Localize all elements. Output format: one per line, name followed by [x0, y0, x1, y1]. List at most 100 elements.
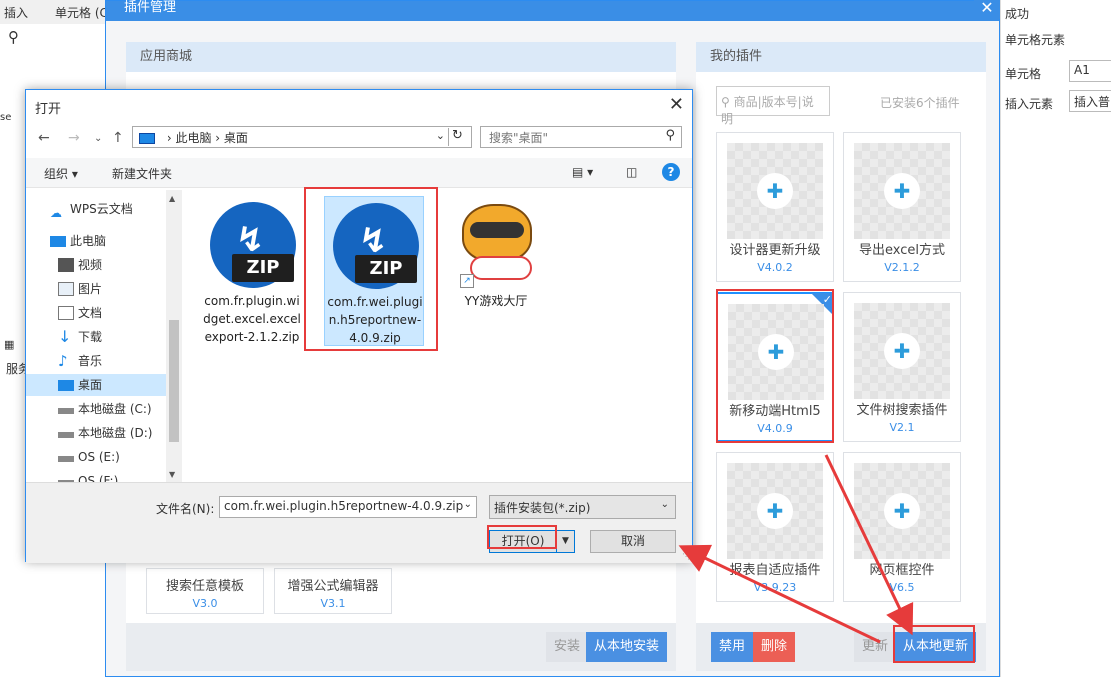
refresh-icon[interactable]: ↻	[448, 128, 466, 146]
tree-item-music[interactable]: ♪ 音乐	[26, 350, 166, 372]
cell-input[interactable]: A1	[1069, 60, 1111, 82]
tree-item-drive-f[interactable]: OS (F:)	[26, 470, 166, 482]
plugin-search-input[interactable]: ⚲ 商品|版本号|说明	[716, 86, 830, 126]
properties-panel: 成功 单元格元素 单元格 A1 插入元素 插入普	[1000, 0, 1111, 677]
shortcut-arrow-icon: ↗	[460, 274, 474, 288]
tree-item-documents[interactable]: 文档	[26, 302, 166, 324]
install-button[interactable]: 安装	[546, 632, 589, 662]
update-button[interactable]: 更新	[854, 632, 897, 662]
address-bar[interactable]: › 此电脑 › 桌面 ⌄	[132, 126, 472, 148]
tree-scrollbar[interactable]: ▲ ▼	[166, 190, 182, 482]
recent-chevron-icon[interactable]: ⌄	[94, 133, 102, 144]
search-placeholder: 搜索"桌面"	[489, 131, 549, 145]
local-install-button[interactable]: 从本地安装	[586, 632, 668, 662]
drive-icon	[58, 456, 74, 462]
insert-select[interactable]: 插入普	[1069, 90, 1111, 112]
file-item[interactable]: ↯ ZIP com.fr.plugin.widget.excel.excelex…	[202, 196, 302, 346]
up-arrow-icon[interactable]: ↑	[112, 130, 124, 146]
plugin-card[interactable]: ✚ 设计器更新升级 V4.0.2	[716, 132, 834, 282]
tree-item-pc[interactable]: 此电脑	[26, 230, 166, 252]
file-item[interactable]: ↗ YY游戏大厅	[446, 196, 546, 346]
toolbar: 组织 ▾ 新建文件夹 ▤ ▾ ◫ ?	[26, 158, 692, 188]
cloud-icon: ☁	[50, 206, 62, 220]
chevron-down-icon[interactable]: ⌄	[436, 129, 445, 142]
dialog-title: 插件管理	[106, 1, 999, 21]
search-icon: ⚲	[665, 128, 675, 143]
breadcrumb-separator: ›	[215, 131, 224, 145]
computer-icon	[139, 133, 155, 144]
card-version: V3.1	[320, 597, 346, 610]
tree-item-wps[interactable]: ☁ WPS云文档	[26, 198, 166, 220]
dialog-title: 打开	[35, 102, 62, 117]
tree-item-videos[interactable]: 视频	[26, 254, 166, 276]
installed-count: 已安装6个插件	[880, 96, 960, 110]
help-icon[interactable]: ?	[662, 163, 680, 181]
cancel-button[interactable]: 取消	[590, 530, 676, 553]
delete-button[interactable]: 删除	[753, 632, 796, 662]
organize-button[interactable]: 组织 ▾	[44, 165, 78, 182]
cell-label: 单元格	[1005, 67, 1042, 81]
scroll-thumb[interactable]	[169, 320, 179, 442]
file-name: YY游戏大厅	[464, 294, 528, 308]
tree-item-drive-d[interactable]: 本地磁盘 (D:)	[26, 422, 166, 444]
computer-icon	[50, 236, 66, 247]
file-type-select[interactable]: 插件安装包(*.zip) ⌄	[489, 495, 676, 519]
navigation-tree: ☁ WPS云文档 此电脑 视频 图片 文档 ↓ 下载 ♪ 音乐 桌面 本地磁盘 (C:…	[26, 190, 166, 482]
card-version: V2.1.2	[884, 261, 920, 274]
scroll-up-icon[interactable]: ▲	[169, 194, 175, 203]
document-icon	[58, 306, 74, 320]
puzzle-icon: ✚	[884, 333, 920, 369]
plugin-card[interactable]: ✚ 报表自适应插件 V3.9.23	[716, 452, 834, 602]
tree-item-pictures[interactable]: 图片	[26, 278, 166, 300]
plugin-card[interactable]: ✚ 网页框控件 V6.5	[843, 452, 961, 602]
store-header: 应用商城	[126, 42, 676, 72]
disable-button[interactable]: 禁用	[711, 632, 754, 662]
tree-item-drive-c[interactable]: 本地磁盘 (C:)	[26, 398, 166, 420]
new-folder-button[interactable]: 新建文件夹	[112, 165, 172, 182]
tree-item-drive-e[interactable]: OS (E:)	[26, 446, 166, 468]
search-icon: ⚲	[721, 95, 734, 109]
file-search-input[interactable]: 搜索"桌面" ⚲	[480, 126, 682, 148]
plugin-thumbnail: ✚	[727, 463, 823, 559]
plugin-card[interactable]: ✚ 导出excel方式 V2.1.2	[843, 132, 961, 282]
drive-icon	[58, 408, 74, 414]
filename-input[interactable]: com.fr.wei.plugin.h5reportnew-4.0.9.zip ⌄	[219, 496, 477, 518]
chevron-down-icon[interactable]: ⌄	[464, 499, 472, 510]
menu-cell[interactable]: 单元格 (C	[55, 4, 108, 21]
search-placeholder: 商品|版本号|说明	[721, 95, 814, 126]
navigation-bar: ← → ⌄ ↑ › 此电脑 › 桌面 ⌄ ↻ 搜索"桌面" ⚲	[26, 126, 692, 152]
back-arrow-icon[interactable]: ←	[38, 130, 50, 146]
edge-text: se	[0, 112, 12, 123]
store-card[interactable]: 增强公式编辑器 V3.1	[274, 568, 392, 614]
store-card[interactable]: 搜索任意模板 V3.0	[146, 568, 264, 614]
breadcrumb-desktop[interactable]: 桌面	[224, 131, 248, 145]
puzzle-icon: ✚	[884, 173, 920, 209]
tree-item-desktop[interactable]: 桌面	[26, 374, 166, 396]
breadcrumb-pc[interactable]: 此电脑	[175, 131, 211, 145]
dropdown-arrow-icon[interactable]: ▼	[556, 531, 574, 552]
card-name: 导出excel方式	[859, 243, 945, 258]
menu-insert[interactable]: 插入	[4, 4, 28, 21]
yy-game-icon: ↗	[456, 200, 536, 288]
close-icon[interactable]: ✕	[669, 94, 684, 115]
close-icon[interactable]: ✕	[974, 0, 1000, 19]
resize-grip-icon[interactable]: ⋱	[682, 552, 690, 561]
search-icon[interactable]: ⚲	[8, 28, 19, 46]
chevron-down-icon: ⌄	[660, 499, 669, 510]
preview-pane-icon[interactable]: ◫	[626, 165, 637, 179]
section-title: 单元格元素	[1005, 33, 1066, 47]
view-options-icon[interactable]: ▤ ▾	[572, 165, 593, 179]
plugin-thumbnail: ✚	[854, 463, 950, 559]
plugin-card[interactable]: ✚ 文件树搜索插件 V2.1	[843, 292, 961, 442]
tree-item-downloads[interactable]: ↓ 下载	[26, 326, 166, 348]
filename-label: 文件名(N):	[156, 502, 215, 516]
card-version: V6.5	[889, 581, 915, 594]
card-version: V2.1	[889, 421, 915, 434]
store-footer: 安装 从本地安装	[126, 623, 676, 671]
forward-arrow-icon[interactable]: →	[68, 130, 80, 146]
formula-icon[interactable]: ▦	[4, 338, 14, 351]
background-menu-bar: 插入 单元格 (C	[0, 0, 110, 24]
highlight-box	[487, 525, 557, 549]
highlight-box	[893, 625, 975, 663]
scroll-down-icon[interactable]: ▼	[169, 470, 175, 479]
